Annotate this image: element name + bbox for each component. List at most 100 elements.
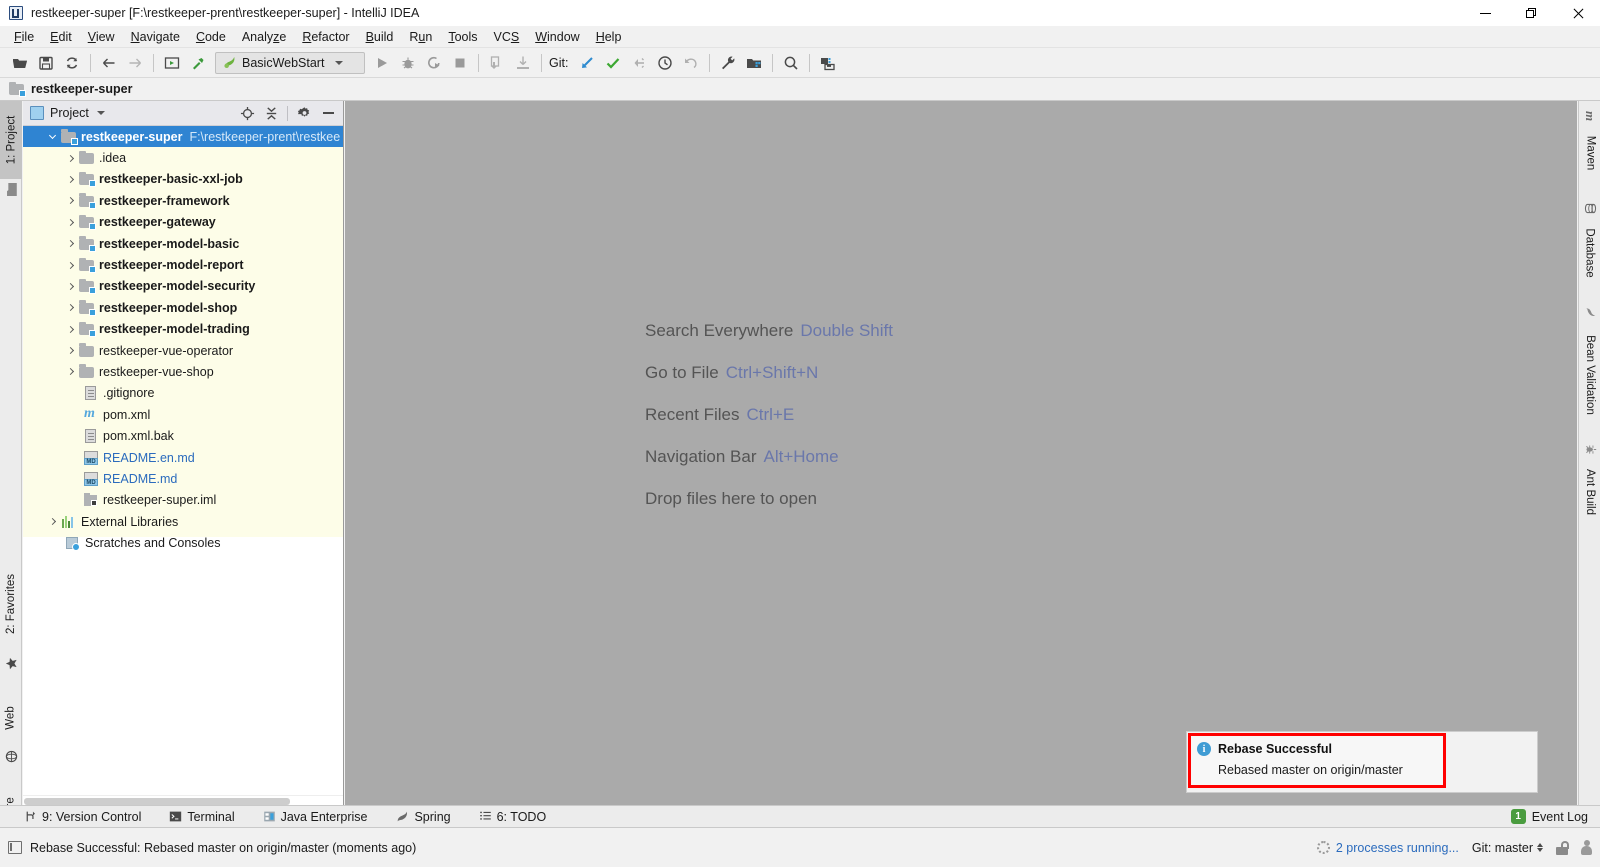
wrench-icon[interactable] bbox=[715, 51, 741, 75]
tree-row-restkeeper-super[interactable]: restkeeper-super F:\restkeeper-prent\res… bbox=[23, 126, 343, 148]
tree-row-restkeeper-basic-xxl-job[interactable]: restkeeper-basic-xxl-job bbox=[23, 169, 343, 190]
expand-chevron-icon[interactable] bbox=[65, 195, 77, 207]
run-icon[interactable] bbox=[369, 51, 395, 75]
gear-icon[interactable] bbox=[293, 103, 315, 123]
breadcrumb-item-project[interactable]: restkeeper-super bbox=[31, 82, 132, 96]
tree-row-restkeeper-model-basic[interactable]: restkeeper-model-basic bbox=[23, 233, 343, 254]
expand-chevron-icon[interactable] bbox=[65, 173, 77, 185]
menu-run[interactable]: Run bbox=[401, 28, 440, 46]
run-config-icon[interactable] bbox=[159, 51, 185, 75]
tree-row-pom-xml-bak[interactable]: pom.xml.bak bbox=[23, 425, 343, 446]
menu-file[interactable]: FFileile bbox=[6, 28, 42, 46]
hide-icon[interactable] bbox=[317, 103, 339, 123]
collapse-all-icon[interactable] bbox=[260, 103, 282, 123]
sidebar-item-database[interactable]: Database bbox=[1579, 219, 1600, 287]
project-tree[interactable]: restkeeper-super F:\restkeeper-prent\res… bbox=[23, 126, 343, 795]
git-commit-check-icon[interactable] bbox=[600, 51, 626, 75]
project-tree-horizontal-scrollbar[interactable] bbox=[23, 795, 343, 805]
expand-chevron-icon[interactable] bbox=[47, 131, 59, 143]
tree-row-gitignore[interactable]: .gitignore bbox=[23, 383, 343, 404]
tree-row-restkeeper-super-iml[interactable]: restkeeper-super.iml bbox=[23, 490, 343, 511]
tool-window-spring[interactable]: Spring bbox=[395, 810, 451, 824]
history-clock-icon[interactable] bbox=[652, 51, 678, 75]
menu-help[interactable]: Help bbox=[588, 28, 630, 46]
open-folder-icon[interactable] bbox=[7, 51, 33, 75]
tree-row-restkeeper-model-trading[interactable]: restkeeper-model-trading bbox=[23, 319, 343, 340]
expand-chevron-icon[interactable] bbox=[65, 152, 77, 164]
tree-row-pom-xml[interactable]: m pom.xml bbox=[23, 404, 343, 425]
menu-code[interactable]: Code bbox=[188, 28, 234, 46]
sidebar-item-ant-build[interactable]: Ant Build bbox=[1579, 460, 1600, 524]
editor-area[interactable]: Search Everywhere Double Shift Go to Fil… bbox=[345, 101, 1577, 805]
tree-row-restkeeper-model-shop[interactable]: restkeeper-model-shop bbox=[23, 297, 343, 318]
coverage-icon[interactable] bbox=[421, 51, 447, 75]
tree-row-external-libraries[interactable]: External Libraries bbox=[23, 511, 343, 532]
menu-build[interactable]: Build bbox=[358, 28, 402, 46]
git-branch-widget[interactable]: Git: master bbox=[1472, 841, 1543, 855]
tree-row-restkeeper-framework[interactable]: restkeeper-framework bbox=[23, 190, 343, 211]
status-message[interactable]: Rebase Successful: Rebased master on ori… bbox=[30, 841, 416, 855]
restore-button[interactable] bbox=[1508, 0, 1554, 26]
menu-vcs[interactable]: VCS bbox=[486, 28, 528, 46]
tree-row-scratches-and-consoles[interactable]: Scratches and Consoles bbox=[23, 532, 343, 553]
expand-chevron-icon[interactable] bbox=[65, 302, 77, 314]
tree-row-restkeeper-vue-shop[interactable]: restkeeper-vue-shop bbox=[23, 361, 343, 382]
person-icon[interactable] bbox=[1581, 840, 1592, 855]
tool-window-java-enterprise[interactable]: Java Enterprise bbox=[263, 810, 367, 824]
sidebar-item-favorites[interactable]: 2: Favorites bbox=[0, 556, 22, 652]
hammer-icon[interactable] bbox=[185, 51, 211, 75]
menu-refactor[interactable]: Refactor bbox=[294, 28, 357, 46]
tool-window-todo[interactable]: 6: TODO bbox=[479, 810, 546, 824]
run-configuration-label: BasicWebStart bbox=[242, 55, 325, 70]
tree-row-restkeeper-model-report[interactable]: restkeeper-model-report bbox=[23, 254, 343, 275]
expand-chevron-icon[interactable] bbox=[65, 238, 77, 250]
expand-chevron-icon[interactable] bbox=[65, 259, 77, 271]
save-icon[interactable] bbox=[33, 51, 59, 75]
event-log-button[interactable]: 1 Event Log bbox=[1510, 809, 1588, 824]
background-processes[interactable]: 2 processes running... bbox=[1316, 841, 1459, 855]
stop-icon[interactable] bbox=[447, 51, 473, 75]
scrollbar-thumb[interactable] bbox=[24, 798, 290, 805]
run-configuration-selector[interactable]: BasicWebStart bbox=[215, 51, 365, 74]
menu-analyze[interactable]: Analyze bbox=[234, 28, 294, 46]
commit-icon[interactable] bbox=[510, 51, 536, 75]
expand-chevron-icon[interactable] bbox=[65, 323, 77, 335]
sync-settings-icon[interactable] bbox=[815, 51, 841, 75]
tree-row-restkeeper-gateway[interactable]: restkeeper-gateway bbox=[23, 212, 343, 233]
sidebar-item-web[interactable]: Web bbox=[0, 691, 22, 745]
chevron-down-icon[interactable] bbox=[96, 111, 105, 115]
project-structure-icon[interactable] bbox=[741, 51, 767, 75]
unlocked-icon[interactable] bbox=[1556, 840, 1569, 855]
tool-window-version-control[interactable]: 9: Version Control bbox=[24, 810, 141, 824]
sidebar-item-bean-validation[interactable]: Bean Validation bbox=[1579, 323, 1600, 427]
tree-row-restkeeper-model-security[interactable]: restkeeper-model-security bbox=[23, 276, 343, 297]
expand-chevron-icon[interactable] bbox=[65, 280, 77, 292]
expand-chevron-icon[interactable] bbox=[65, 345, 77, 357]
menu-edit[interactable]: Edit bbox=[42, 28, 80, 46]
menu-navigate[interactable]: Navigate bbox=[123, 28, 188, 46]
scroll-from-source-icon[interactable] bbox=[236, 103, 258, 123]
git-update-icon[interactable] bbox=[574, 51, 600, 75]
tree-row-restkeeper-vue-operator[interactable]: restkeeper-vue-operator bbox=[23, 340, 343, 361]
menu-tools[interactable]: Tools bbox=[440, 28, 485, 46]
tool-window-terminal[interactable]: Terminal bbox=[169, 810, 235, 824]
sidebar-item-maven[interactable]: Maven bbox=[1579, 127, 1600, 179]
sidebar-item-project[interactable]: 1: Project bbox=[0, 101, 22, 179]
debug-icon[interactable] bbox=[395, 51, 421, 75]
menu-view[interactable]: View bbox=[80, 28, 123, 46]
search-icon[interactable] bbox=[778, 51, 804, 75]
expand-chevron-icon[interactable] bbox=[65, 366, 77, 378]
menu-window[interactable]: Window bbox=[527, 28, 587, 46]
close-button[interactable] bbox=[1554, 0, 1600, 26]
git-push-icon[interactable] bbox=[626, 51, 652, 75]
update-project-icon[interactable] bbox=[484, 51, 510, 75]
expand-chevron-icon[interactable] bbox=[65, 216, 77, 228]
refresh-icon[interactable] bbox=[59, 51, 85, 75]
tree-row-readme-en-md[interactable]: MD README.en.md bbox=[23, 447, 343, 468]
tree-row-readme-md[interactable]: MD README.md bbox=[23, 468, 343, 489]
revert-icon[interactable] bbox=[678, 51, 704, 75]
expand-chevron-icon[interactable] bbox=[47, 516, 59, 528]
tree-row-idea[interactable]: .idea bbox=[23, 147, 343, 168]
minimize-button[interactable] bbox=[1462, 0, 1508, 26]
back-arrow-icon[interactable] bbox=[96, 51, 122, 75]
